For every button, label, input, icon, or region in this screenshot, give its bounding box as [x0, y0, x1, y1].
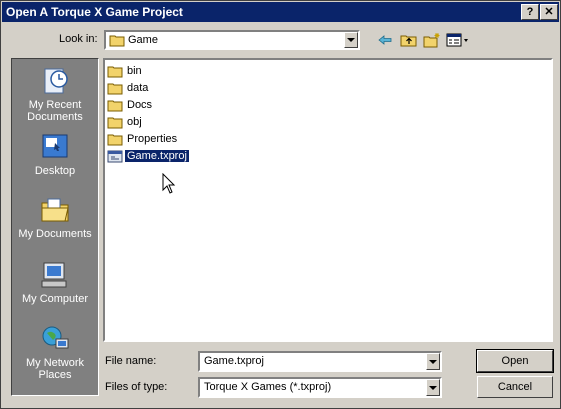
chevron-down-icon[interactable]: [344, 32, 358, 48]
my-computer-icon: [41, 262, 67, 288]
list-item-game-txproj[interactable]: Game.txproj: [107, 148, 190, 164]
file-name: bin: [127, 65, 142, 77]
place-network-label: My Network Places: [25, 357, 85, 381]
desktop-icon: [42, 134, 68, 158]
list-item-docs[interactable]: Docs: [107, 97, 154, 113]
file-name-label: File name:: [105, 355, 157, 367]
look-in-dropdown[interactable]: Game: [104, 30, 360, 50]
cancel-button[interactable]: Cancel: [477, 376, 553, 398]
open-button[interactable]: Open: [476, 349, 554, 373]
list-item-properties[interactable]: Properties: [107, 131, 179, 147]
place-documents[interactable]: My Documents: [12, 194, 98, 240]
list-item-bin[interactable]: bin: [107, 63, 144, 79]
folder-icon: [107, 83, 123, 95]
place-recent[interactable]: My Recent Documents: [12, 65, 98, 123]
place-network[interactable]: My Network Places: [12, 323, 98, 381]
place-computer[interactable]: My Computer: [12, 259, 98, 305]
look-in-value: Game: [128, 34, 158, 46]
close-button[interactable]: ✕: [540, 4, 558, 20]
help-button[interactable]: ?: [521, 4, 539, 20]
places-bar: My Recent Documents Desktop My Documents: [11, 58, 99, 396]
place-documents-label: My Documents: [18, 228, 92, 240]
window-title: Open A Torque X Game Project: [6, 5, 183, 19]
recent-documents-icon: [44, 68, 68, 94]
up-folder-icon: [400, 35, 417, 47]
place-desktop-label: Desktop: [34, 165, 76, 177]
place-desktop[interactable]: Desktop: [12, 131, 98, 177]
chevron-down-icon[interactable]: [426, 353, 440, 370]
file-name: Docs: [127, 99, 153, 111]
chevron-down-icon[interactable]: [426, 379, 440, 396]
open-dialog: Open A Torque X Game Project ? ✕ Look in…: [0, 0, 561, 409]
folder-icon: [107, 117, 123, 129]
file-type-dropdown[interactable]: Torque X Games (*.txproj): [198, 377, 442, 398]
title-bar[interactable]: Open A Torque X Game Project ? ✕: [2, 2, 559, 22]
file-list[interactable]: bin data Docs obj Properties Game.txproj: [103, 58, 553, 342]
folder-icon: [107, 100, 123, 112]
network-places-icon: [42, 326, 69, 349]
folder-icon: [109, 35, 125, 47]
new-folder-button[interactable]: [422, 31, 442, 49]
file-name: obj: [127, 116, 142, 128]
folder-icon: [107, 134, 123, 146]
file-type-value: Torque X Games (*.txproj): [204, 381, 332, 393]
place-computer-label: My Computer: [21, 293, 89, 305]
my-documents-icon: [41, 198, 69, 222]
file-name-input[interactable]: Game.txproj: [198, 351, 442, 372]
file-type-label: Files of type:: [105, 381, 168, 393]
up-folder-button[interactable]: [399, 31, 419, 49]
new-folder-icon: [423, 33, 440, 48]
file-name-value: Game.txproj: [204, 355, 264, 367]
list-item-obj[interactable]: obj: [107, 114, 144, 130]
back-icon: [378, 35, 392, 45]
back-button[interactable]: [375, 31, 395, 49]
file-name: Game.txproj: [124, 149, 190, 163]
folder-icon: [107, 66, 123, 78]
file-name: Properties: [127, 133, 178, 145]
file-name: data: [127, 82, 149, 94]
list-item-data[interactable]: data: [107, 80, 150, 96]
view-menu-button[interactable]: [445, 31, 471, 49]
place-recent-label: My Recent Documents: [27, 99, 83, 123]
look-in-label: Look in:: [59, 33, 98, 45]
mouse-cursor-icon: [162, 173, 176, 194]
project-file-icon: [107, 150, 123, 163]
view-menu-icon: [446, 33, 468, 47]
